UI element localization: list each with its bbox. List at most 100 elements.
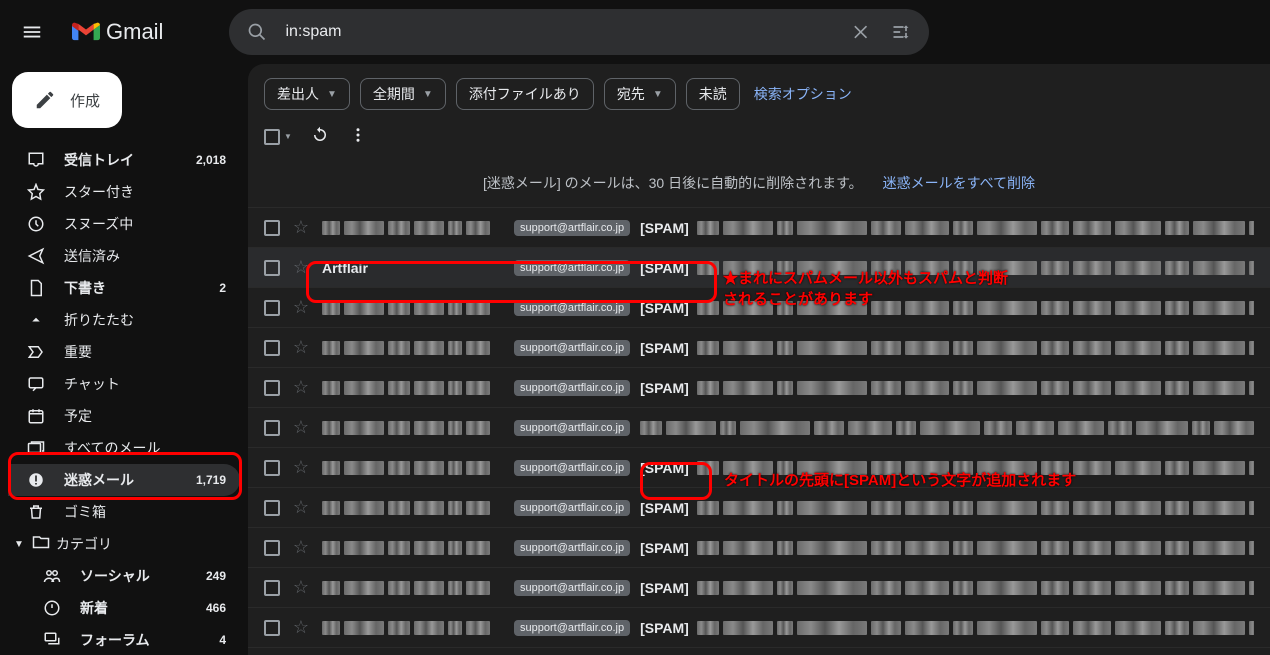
filter-from[interactable]: 差出人▼ <box>264 78 350 110</box>
select-dropdown[interactable]: ▼ <box>284 132 292 141</box>
nav-label: ソーシャル <box>80 566 188 586</box>
nav-label: スター付き <box>64 182 226 202</box>
nav-item-send[interactable]: 送信済み <box>8 240 240 272</box>
main-menu-button[interactable] <box>8 8 56 56</box>
spam-banner: [迷惑メール] のメールは、30 日後に自動的に削除されます。 迷惑メールをすべ… <box>248 159 1270 208</box>
nav-item-inbox[interactable]: 受信トレイ2,018 <box>8 144 240 176</box>
nav-label: 重要 <box>64 342 226 362</box>
inbox-icon <box>26 151 46 169</box>
sender-column <box>322 448 502 487</box>
nav-item-draft[interactable]: 下書き2 <box>8 272 240 304</box>
row-checkbox[interactable] <box>264 300 280 316</box>
nav-item-forum[interactable]: フォーラム4 <box>8 624 240 655</box>
nav-item-star[interactable]: スター付き <box>8 176 240 208</box>
nav-item-important[interactable]: 重要 <box>8 336 240 368</box>
sender-label-chip: support@artflair.co.jp <box>514 340 630 356</box>
pencil-icon <box>34 89 56 111</box>
nav-item-calendar[interactable]: 予定 <box>8 400 240 432</box>
nav-count: 2 <box>219 281 226 295</box>
star-icon[interactable]: ☆ <box>292 217 310 238</box>
spam-tag: [SPAM] <box>640 340 689 356</box>
row-checkbox[interactable] <box>264 500 280 516</box>
mail-row[interactable]: ☆support@artflair.co.jp[SPAM] <box>248 288 1270 328</box>
nav-item-clock[interactable]: スヌーズ中 <box>8 208 240 240</box>
row-checkbox[interactable] <box>264 220 280 236</box>
filter-period[interactable]: 全期間▼ <box>360 78 446 110</box>
nav-label: 折りたたむ <box>64 310 226 330</box>
sender-label-chip: support@artflair.co.jp <box>514 540 630 556</box>
star-icon[interactable]: ☆ <box>292 457 310 478</box>
star-icon[interactable]: ☆ <box>292 497 310 518</box>
row-checkbox[interactable] <box>264 380 280 396</box>
sender-column <box>322 488 502 527</box>
row-checkbox[interactable] <box>264 420 280 436</box>
search-icon[interactable] <box>237 12 277 52</box>
compose-button[interactable]: 作成 <box>12 72 122 128</box>
mail-row[interactable]: ☆ support@artflair.co.jp[SPAM] <box>248 208 1270 248</box>
nav-item-new[interactable]: 新着466 <box>8 592 240 624</box>
chevron-down-icon: ▼ <box>423 89 433 100</box>
mail-row[interactable]: ☆support@artflair.co.jp[SPAM] <box>248 488 1270 528</box>
mail-row[interactable]: ☆Artflairsupport@artflair.co.jp[SPAM] <box>248 248 1270 288</box>
nav-label: 受信トレイ <box>64 150 178 170</box>
forum-icon <box>42 631 62 649</box>
nav-item-social[interactable]: ソーシャル 249 <box>8 560 240 592</box>
nav-item-trash[interactable]: ゴミ箱 <box>8 496 240 528</box>
mail-row[interactable]: ☆support@artflair.co.jp[SPAM] <box>248 568 1270 608</box>
nav-item-up[interactable]: 折りたたむ <box>8 304 240 336</box>
social-icon <box>42 567 62 585</box>
search-bar[interactable] <box>229 9 929 55</box>
star-icon[interactable]: ☆ <box>292 577 310 598</box>
sender-column <box>322 408 502 447</box>
nav-item-chat[interactable]: チャット <box>8 368 240 400</box>
star-icon[interactable]: ☆ <box>292 297 310 318</box>
refresh-button[interactable] <box>310 126 330 147</box>
sender-column <box>322 328 502 367</box>
star-icon[interactable]: ☆ <box>292 377 310 398</box>
product-name: Gmail <box>106 19 163 45</box>
subject-column: support@artflair.co.jp[SPAM] <box>514 208 1254 247</box>
search-options-link[interactable]: 検索オプション <box>754 84 852 104</box>
spam-icon <box>26 471 46 489</box>
more-button[interactable] <box>348 126 368 147</box>
delete-all-spam-link[interactable]: 迷惑メールをすべて削除 <box>883 175 1035 191</box>
select-all-checkbox[interactable] <box>264 129 280 145</box>
mail-row[interactable]: ☆ support@artflair.co.jp [SPAM] <box>248 328 1270 368</box>
nav-item-spam[interactable]: 迷惑メール1,719 <box>8 464 240 496</box>
search-options-icon[interactable] <box>881 12 921 52</box>
nav-count: 249 <box>206 569 226 583</box>
star-icon[interactable]: ☆ <box>292 337 310 358</box>
gmail-logo[interactable]: Gmail <box>64 19 171 45</box>
draft-icon <box>26 279 46 297</box>
row-checkbox[interactable] <box>264 260 280 276</box>
clear-search-button[interactable] <box>841 12 881 52</box>
row-checkbox[interactable] <box>264 620 280 636</box>
search-input[interactable] <box>277 23 841 41</box>
nav-item-allmail[interactable]: すべてのメール <box>8 432 240 464</box>
mail-row[interactable]: ☆support@artflair.co.jp[SPAM] <box>248 608 1270 648</box>
subject-column: support@artflair.co.jp[SPAM] <box>514 248 1254 287</box>
category-toggle[interactable]: ▼ カテゴリ <box>8 528 248 560</box>
star-icon[interactable]: ☆ <box>292 537 310 558</box>
gmail-icon <box>72 21 100 43</box>
mail-row[interactable]: ☆support@artflair.co.jp[SPAM] <box>248 528 1270 568</box>
row-checkbox[interactable] <box>264 540 280 556</box>
mail-row[interactable]: ☆support@artflair.co.jp[SPAM] <box>248 368 1270 408</box>
sender-label-chip: support@artflair.co.jp <box>514 220 630 236</box>
star-icon[interactable]: ☆ <box>292 417 310 438</box>
up-icon <box>26 311 46 329</box>
row-checkbox[interactable] <box>264 580 280 596</box>
filter-bar: 差出人▼ 全期間▼ 添付ファイルあり 宛先▼ 未読 検索オプション <box>248 64 1270 122</box>
mail-row[interactable]: ☆ support@artflair.co.jp[SPAM] <box>248 448 1270 488</box>
nav-label: 迷惑メール <box>64 470 178 490</box>
send-icon <box>26 247 46 265</box>
row-checkbox[interactable] <box>264 460 280 476</box>
subject-column: support@artflair.co.jp[SPAM] <box>514 448 1254 487</box>
filter-unread[interactable]: 未読 <box>686 78 740 110</box>
mail-row[interactable]: ☆support@artflair.co.jp <box>248 408 1270 448</box>
star-icon[interactable]: ☆ <box>292 617 310 638</box>
filter-attachment[interactable]: 添付ファイルあり <box>456 78 594 110</box>
star-icon[interactable]: ☆ <box>292 257 310 278</box>
row-checkbox[interactable] <box>264 340 280 356</box>
filter-to[interactable]: 宛先▼ <box>604 78 676 110</box>
